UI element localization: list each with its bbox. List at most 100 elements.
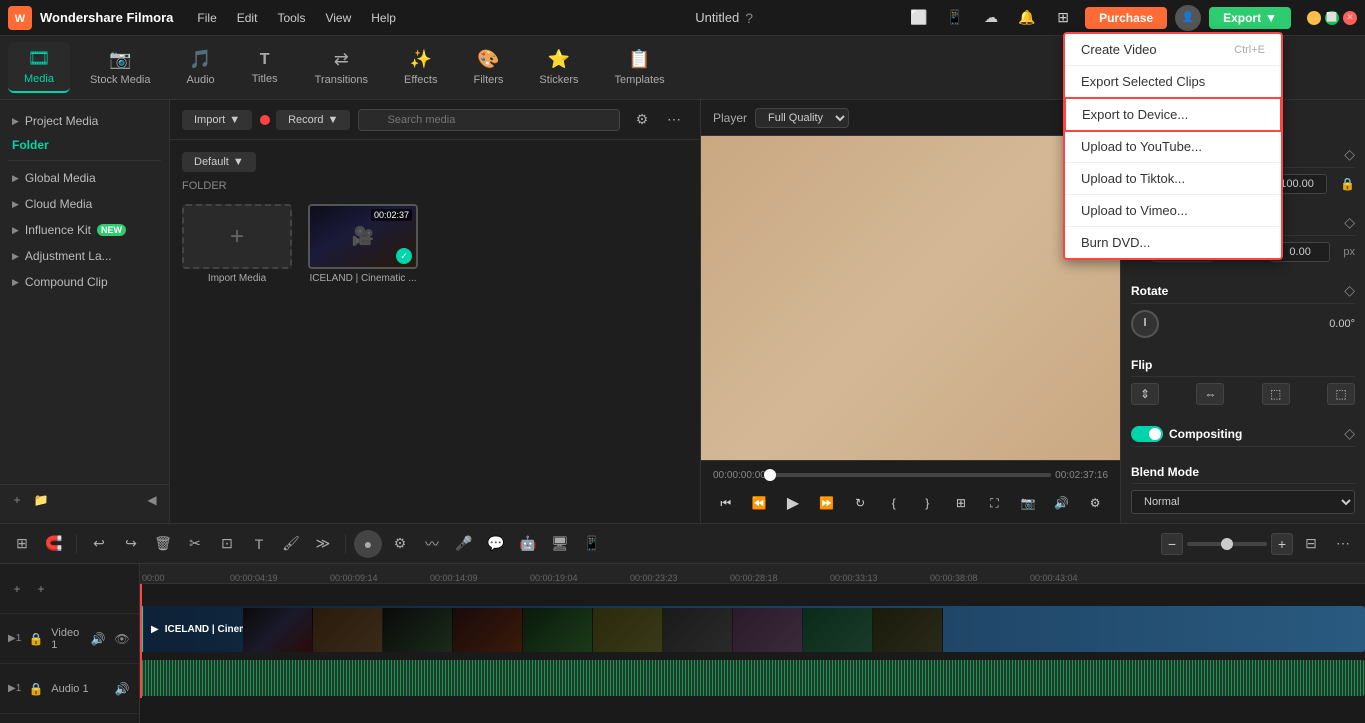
timeline-redo-button[interactable]: ↪ (117, 530, 145, 558)
create-video-item[interactable]: Create Video Ctrl+E (1065, 34, 1281, 66)
purchase-button[interactable]: Purchase (1085, 7, 1167, 29)
timeline-more-button[interactable]: ≫ (309, 530, 337, 558)
audio-lock-button[interactable]: 🔒 (27, 680, 45, 698)
timeline-cut-button[interactable]: ✂ (181, 530, 209, 558)
tab-filters[interactable]: 🎨 Filters (457, 43, 519, 92)
camera-button[interactable]: 📷 (1015, 489, 1041, 517)
flip-option3-button[interactable]: ⬚ (1262, 383, 1290, 405)
tab-stock-media[interactable]: 📷 Stock Media (74, 43, 167, 92)
grid-icon[interactable]: ⊞ (1049, 4, 1077, 32)
timeline-crop-button[interactable]: ⊡ (213, 530, 241, 558)
monitor-icon[interactable]: ⬜ (905, 4, 933, 32)
playhead[interactable] (140, 584, 142, 698)
timeline-grid-button[interactable]: ⊞ (8, 530, 36, 558)
menu-tools[interactable]: Tools (277, 11, 305, 25)
audio-clip[interactable] (140, 660, 1365, 696)
tab-templates[interactable]: 📋 Templates (599, 43, 681, 92)
tab-stickers[interactable]: ⭐ Stickers (523, 43, 594, 92)
step-forward-button[interactable]: ⏩ (814, 489, 840, 517)
import-button[interactable]: Import ▼ (182, 110, 252, 130)
maximize-button[interactable]: ⬜ (1325, 11, 1339, 25)
track-visible-button[interactable]: 👁 (113, 630, 131, 648)
flip-horizontal-button[interactable]: ⇕ (1131, 383, 1159, 405)
go-to-start-button[interactable]: ⏮ (713, 489, 739, 517)
track-volume-button[interactable]: 🔊 (89, 630, 107, 648)
import-media-item[interactable]: + Import Media (182, 204, 292, 284)
export-selected-item[interactable]: Export Selected Clips (1065, 66, 1281, 98)
player-progress-bar[interactable] (770, 473, 1051, 477)
loop-button[interactable]: ↻ (847, 489, 873, 517)
audio-volume-button[interactable]: 🔊 (113, 680, 131, 698)
sidebar-item-folder[interactable]: Folder (0, 134, 169, 156)
extract-frame-button[interactable]: ⊞ (948, 489, 974, 517)
tab-media[interactable]: 🎞 Media (8, 42, 70, 93)
tab-transitions[interactable]: ⇄ Transitions (299, 43, 384, 92)
menu-help[interactable]: Help (371, 11, 396, 25)
fullscreen-button[interactable]: ⛶ (982, 489, 1008, 517)
rotate-keyframe-button[interactable]: ◇ (1344, 282, 1355, 299)
step-back-button[interactable]: ⏪ (747, 489, 773, 517)
sidebar-item-adjustment[interactable]: ▶ Adjustment La... (0, 243, 169, 269)
zoom-slider[interactable] (1187, 542, 1267, 546)
menu-edit[interactable]: Edit (237, 11, 258, 25)
sidebar-item-compound-clip[interactable]: ▶ Compound Clip (0, 269, 169, 295)
help-icon[interactable]: ? (745, 10, 753, 26)
settings-button[interactable]: ⚙ (1082, 489, 1108, 517)
timeline-settings-button[interactable]: ⚙ (386, 530, 414, 558)
bell-icon[interactable]: 🔔 (1013, 4, 1041, 32)
iceland-media-item[interactable]: 🎥 00:02:37 ✓ ICELAND | Cinematic ... (308, 204, 418, 284)
in-point-button[interactable]: { (881, 489, 907, 517)
timeline-layout-button[interactable]: ⊟ (1297, 530, 1325, 558)
more-options-icon[interactable]: ⋯ (660, 106, 688, 134)
add-video-track-button[interactable]: + (8, 580, 26, 598)
position-keyframe-button[interactable]: ◇ (1344, 214, 1355, 231)
timeline-ai-button[interactable]: 🤖 (514, 530, 542, 558)
filter-icon[interactable]: ⚙ (628, 106, 656, 134)
media-search-input[interactable] (358, 109, 620, 131)
export-button[interactable]: Export ▼ (1209, 7, 1291, 29)
blend-mode-select[interactable]: Normal Multiply Screen Overlay (1131, 490, 1355, 514)
tab-effects[interactable]: ✨ Effects (388, 43, 453, 92)
lock-icon[interactable]: 🔒 (1340, 177, 1355, 191)
scale-keyframe-button[interactable]: ◇ (1344, 146, 1355, 163)
sidebar-item-project-media[interactable]: ▶ Project Media (0, 108, 169, 134)
default-view-button[interactable]: Default ▼ (182, 152, 256, 172)
phone-icon[interactable]: 📱 (941, 4, 969, 32)
add-audio-track-button[interactable]: + (32, 580, 50, 598)
out-point-button[interactable]: } (915, 489, 941, 517)
sidebar-item-influence-kit[interactable]: ▶ Influence Kit NEW (0, 217, 169, 243)
tab-audio[interactable]: 🎵 Audio (171, 43, 231, 92)
quality-select[interactable]: Full Quality (755, 108, 849, 128)
sidebar-item-global-media[interactable]: ▶ Global Media (0, 165, 169, 191)
timeline-text-button[interactable]: T (245, 530, 273, 558)
compositing-keyframe-button[interactable]: ◇ (1344, 425, 1355, 442)
volume-button[interactable]: 🔊 (1049, 489, 1075, 517)
timeline-record-button[interactable]: ● (354, 530, 382, 558)
track-lock-button[interactable]: 🔒 (27, 630, 45, 648)
menu-view[interactable]: View (325, 11, 351, 25)
add-media-button[interactable]: + (8, 491, 26, 509)
rotate-dial[interactable] (1131, 310, 1159, 338)
timeline-paint-button[interactable]: 🖌 (277, 530, 305, 558)
add-folder-button[interactable]: 📁 (32, 491, 50, 509)
close-button[interactable]: ✕ (1343, 11, 1357, 25)
timeline-caption-button[interactable]: 💬 (482, 530, 510, 558)
timeline-mic-button[interactable]: 🎤 (450, 530, 478, 558)
play-button[interactable]: ▶ (780, 489, 806, 517)
upload-vimeo-item[interactable]: Upload to Vimeo... (1065, 195, 1281, 227)
timeline-wave-button[interactable]: 〰 (418, 530, 446, 558)
cloud-icon[interactable]: ☁ (977, 4, 1005, 32)
timeline-undo-button[interactable]: ↩ (85, 530, 113, 558)
menu-file[interactable]: File (197, 11, 216, 25)
record-button[interactable]: Record ▼ (276, 110, 350, 130)
compositing-toggle[interactable] (1131, 426, 1163, 442)
collapse-sidebar-button[interactable]: ◀ (143, 491, 161, 509)
video-clip[interactable]: ▶ ICELAND | Cinematic Video (140, 606, 1365, 652)
minimize-button[interactable]: — (1307, 11, 1321, 25)
export-device-item[interactable]: Export to Device... (1064, 97, 1282, 132)
sidebar-item-cloud-media[interactable]: ▶ Cloud Media (0, 191, 169, 217)
zoom-out-button[interactable]: − (1161, 533, 1183, 555)
upload-youtube-item[interactable]: Upload to YouTube... (1065, 131, 1281, 163)
timeline-magnet-button[interactable]: 🧲 (40, 530, 68, 558)
upload-tiktok-item[interactable]: Upload to Tiktok... (1065, 163, 1281, 195)
